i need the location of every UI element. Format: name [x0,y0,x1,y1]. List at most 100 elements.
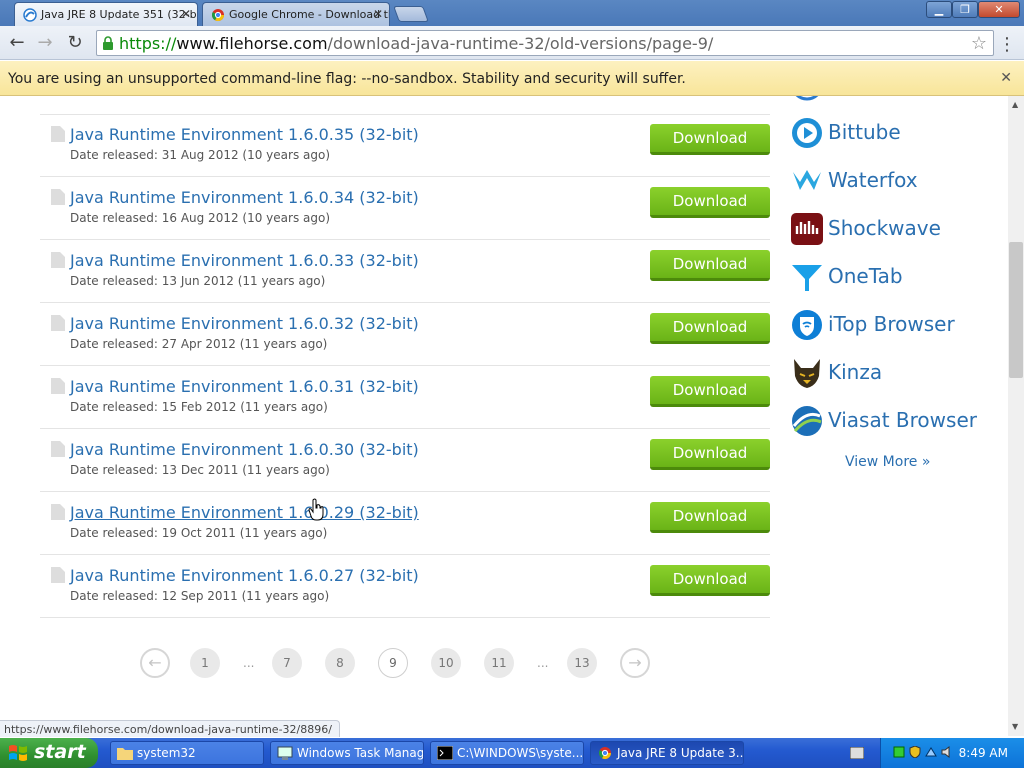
page-link[interactable]: 8 [325,648,355,678]
scroll-up-icon[interactable]: ▲ [1012,100,1018,109]
security-shield-icon[interactable] [909,746,921,758]
version-link[interactable]: Java Runtime Environment 1.6.0.35 (32-bi… [70,125,419,144]
download-button[interactable]: Download [650,439,770,470]
tab-close-icon[interactable]: ✕ [181,7,191,21]
hand-cursor-icon [308,498,324,521]
tab-java-jre[interactable]: Java JRE 8 Update 351 (32-b ✕ [14,2,198,26]
bittube-icon [792,118,822,148]
file-icon [51,567,65,583]
filehorse-favicon-icon [23,8,37,22]
app-link-shockwave[interactable]: Shockwave [790,212,1000,260]
page-scrollbar[interactable]: ▲ ▼ [1008,96,1024,736]
taskbar-item-chrome[interactable]: Java JRE 8 Update 3... [590,741,744,765]
current-page: 9 [378,648,408,678]
app-link-onetab[interactable]: OneTab [790,260,1000,308]
download-button[interactable]: Download [650,313,770,344]
pagination: ← 1 ... 7 8 9 10 11 ... 13 → [140,648,660,680]
list-item: Java Runtime Environment 1.6.0.29 (32-bi… [40,492,770,555]
address-bar[interactable]: https://www.filehorse.com/download-java-… [96,30,994,56]
release-date: Date released: 16 Aug 2012 (10 years ago… [70,211,331,225]
file-icon [51,252,65,268]
waterfox-icon [793,170,821,190]
volume-icon[interactable] [941,746,953,758]
file-icon [51,126,65,142]
bookmark-star-icon[interactable]: ☆ [971,33,987,54]
app-link-kinza[interactable]: Kinza [790,356,1000,404]
tab-google-chrome[interactable]: Google Chrome - Download th ✕ [202,2,390,26]
prev-page-icon[interactable]: ← [140,648,170,678]
chrome-icon [598,747,611,760]
version-link[interactable]: Java Runtime Environment 1.6.0.32 (32-bi… [70,314,419,333]
download-button[interactable]: Download [650,250,770,281]
next-page-icon[interactable]: → [620,648,650,678]
pagination-ellipsis: ... [243,656,255,670]
task-label: Windows Task Manager [297,746,424,760]
web-page: Java Runtime Environment 1.6.0.35 (32-bi… [0,96,1008,722]
old-versions-list: Java Runtime Environment 1.6.0.35 (32-bi… [40,114,770,618]
windows-logo-icon [9,745,27,761]
tray-app-icon[interactable] [893,746,905,758]
app-link-viasat-browser[interactable]: Viasat Browser [790,404,1000,452]
list-item: Java Runtime Environment 1.6.0.33 (32-bi… [40,240,770,303]
list-item: Java Runtime Environment 1.6.0.32 (32-bi… [40,303,770,366]
version-link[interactable]: Java Runtime Environment 1.6.0.29 (32-bi… [70,503,419,522]
network-icon[interactable] [925,746,937,758]
version-link[interactable]: Java Runtime Environment 1.6.0.33 (32-bi… [70,251,419,270]
version-link[interactable]: Java Runtime Environment 1.6.0.30 (32-bi… [70,440,419,459]
app-name: Viasat Browser [828,408,977,432]
download-button[interactable]: Download [650,565,770,596]
download-button[interactable]: Download [650,376,770,407]
page-link[interactable]: 10 [431,648,461,678]
reload-icon[interactable]: ↻ [64,33,86,53]
scroll-down-icon[interactable]: ▼ [1012,722,1018,731]
viasat-browser-icon [792,406,822,436]
task-label: C:\WINDOWS\syste... [457,746,584,760]
taskbar-item-system32[interactable]: system32 [110,741,264,765]
page-link[interactable]: 11 [484,648,514,678]
url-scheme: https:// [119,34,177,53]
browser-toolbar: ← → ↻ https://www.filehorse.com/download… [0,26,1024,60]
page-link[interactable]: 7 [272,648,302,678]
app-name: iTop Browser [828,312,955,336]
close-window-button[interactable]: ✕ [978,1,1020,18]
keyboard-icon[interactable] [850,747,864,759]
link-status-bubble: https://www.filehorse.com/download-java-… [0,720,340,737]
download-button[interactable]: Download [650,187,770,218]
wrench-menu-icon[interactable]: ⋮ [998,34,1016,55]
new-tab-button[interactable] [393,6,429,22]
app-link-waterfox[interactable]: Waterfox [790,164,1000,212]
forward-icon[interactable]: → [34,33,56,53]
unsupported-flag-infobar: You are using an unsupported command-lin… [0,61,1024,96]
file-icon [51,504,65,520]
release-date: Date released: 27 Apr 2012 (11 years ago… [70,337,328,351]
app-link-itop-browser[interactable]: iTop Browser [790,308,1000,356]
minimize-button[interactable]: ▁ [926,1,952,18]
tab-title: Java JRE 8 Update 351 (32-b [41,8,197,21]
clock: 8:49 AM [958,746,1008,760]
version-link[interactable]: Java Runtime Environment 1.6.0.27 (32-bi… [70,566,419,585]
taskbar-item-task-manager[interactable]: Windows Task Manager [270,741,424,765]
back-icon[interactable]: ← [6,33,28,53]
file-icon [51,315,65,331]
list-item: Java Runtime Environment 1.6.0.27 (32-bi… [40,555,770,618]
download-button[interactable]: Download [650,124,770,155]
release-date: Date released: 19 Oct 2011 (11 years ago… [70,526,328,540]
url-host: www.filehorse.com [176,34,328,53]
onetab-icon [792,265,822,291]
view-more-link[interactable]: View More » [845,454,930,470]
start-button[interactable]: start [0,738,98,768]
app-link-bittube[interactable]: Bittube [790,116,1000,164]
restore-button[interactable]: ❐ [952,1,978,18]
task-label: Java JRE 8 Update 3... [617,746,744,760]
release-date: Date released: 15 Feb 2012 (11 years ago… [70,400,328,414]
scrollbar-thumb[interactable] [1009,242,1023,378]
page-link[interactable]: 1 [190,648,220,678]
command-prompt-icon [437,746,453,760]
page-link[interactable]: 13 [567,648,597,678]
taskbar-item-command-prompt[interactable]: C:\WINDOWS\syste... [430,741,584,765]
version-link[interactable]: Java Runtime Environment 1.6.0.34 (32-bi… [70,188,419,207]
version-link[interactable]: Java Runtime Environment 1.6.0.31 (32-bi… [70,377,419,396]
tab-close-icon[interactable]: ✕ [373,7,383,21]
download-button[interactable]: Download [650,502,770,533]
infobar-close-icon[interactable]: ✕ [1000,70,1012,86]
